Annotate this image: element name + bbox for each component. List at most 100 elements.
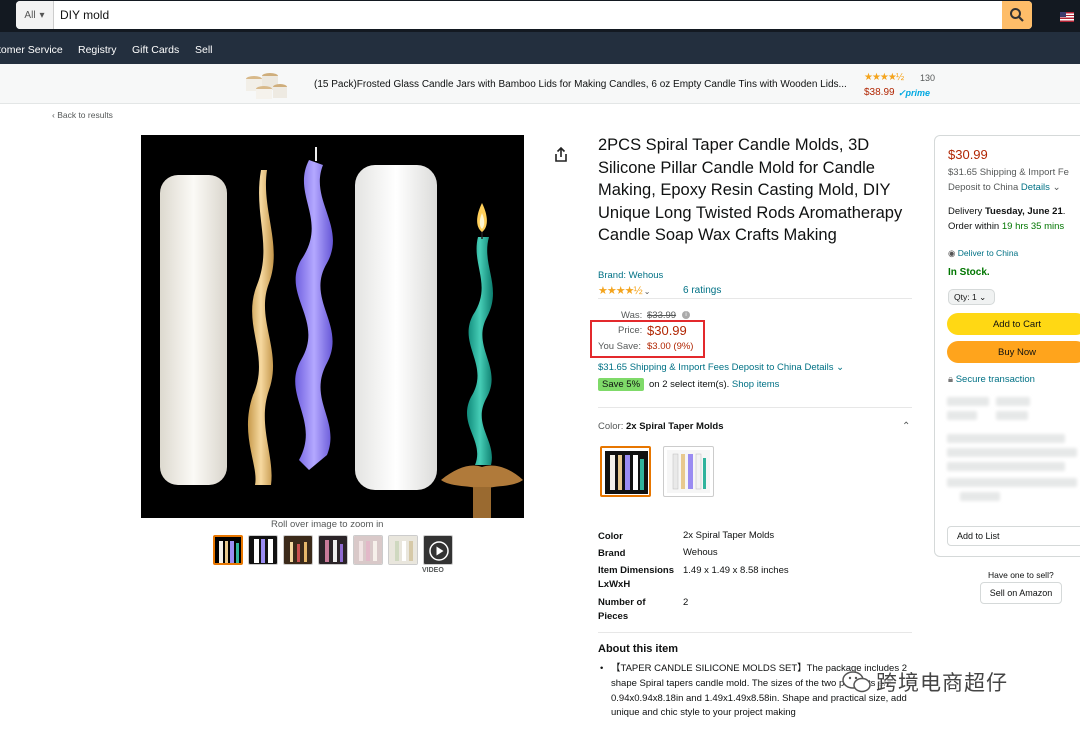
you-save-value: $3.00 (9%) xyxy=(647,341,694,352)
banner-price: $38.99 xyxy=(864,87,895,98)
blurred-content xyxy=(996,397,1030,406)
buybox-price: $30.99 xyxy=(948,147,988,162)
color-swatch-spiral-taper[interactable] xyxy=(600,446,651,497)
product-title: 2PCS Spiral Taper Candle Molds, 3D Silic… xyxy=(598,136,903,245)
color-selector-label: Color: 2x Spiral Taper Molds xyxy=(598,421,723,432)
ratings-count-link[interactable]: 6 ratings xyxy=(683,285,721,296)
buybox-shipping: $31.65 Shipping & Import Fe Deposit to C… xyxy=(948,166,1080,195)
spec-value: 2x Spiral Taper Molds xyxy=(683,530,775,541)
nav-sell[interactable]: Sell xyxy=(195,44,213,56)
chevron-down-icon: ▾ xyxy=(39,9,45,21)
main-product-image[interactable] xyxy=(141,135,524,518)
spec-key: Color xyxy=(598,531,623,542)
shipping-destination: Deposit to China xyxy=(948,181,1019,193)
secure-transaction-link[interactable]: 🔒︎ Secure transaction xyxy=(948,374,1035,385)
nav-registry[interactable]: Registry xyxy=(78,44,117,56)
blurred-content xyxy=(960,492,1000,501)
back-to-results-link[interactable]: ‹ Back to results xyxy=(52,110,113,120)
price-label: Price: xyxy=(618,325,643,336)
info-icon[interactable]: i xyxy=(682,311,690,319)
thumbnail-2[interactable] xyxy=(248,535,278,565)
product-star-rating[interactable]: ★★★★½ ⌄ xyxy=(598,284,650,297)
about-section-title: About this item xyxy=(598,643,679,655)
video-label: VIDEO xyxy=(422,567,444,574)
nav-gift-cards[interactable]: Gift Cards xyxy=(132,44,179,56)
delivery-info: Delivery Tuesday, June 21. Order within … xyxy=(948,204,1065,234)
search-bar: All ▾ xyxy=(16,1,1032,29)
thumbnail-6[interactable] xyxy=(388,535,418,565)
add-to-list-button[interactable]: Add to List xyxy=(947,526,1080,546)
sponsored-banner[interactable]: (15 Pack)Frosted Glass Candle Jars with … xyxy=(0,64,1080,104)
candle-jars-thumbnail[interactable] xyxy=(242,67,288,101)
color-value: 2x Spiral Taper Molds xyxy=(625,421,724,432)
buy-now-button[interactable]: Buy Now xyxy=(947,341,1080,363)
delivery-line: Delivery Tuesday, June 21. xyxy=(948,206,1066,217)
sell-on-amazon-button[interactable]: Sell on Amazon xyxy=(980,582,1062,604)
divider xyxy=(598,632,912,633)
coupon-badge: Save 5% xyxy=(598,378,645,391)
deliver-to-link[interactable]: ◉ Deliver to China xyxy=(948,248,1018,259)
share-icon[interactable] xyxy=(552,146,570,164)
search-button[interactable] xyxy=(1002,1,1032,29)
shipping-line: Deposit to China Details ⌄ xyxy=(948,181,1080,196)
deliver-to-text: Deliver to China xyxy=(957,248,1019,258)
thumbnail-4[interactable] xyxy=(318,535,348,565)
blurred-content xyxy=(947,434,1065,443)
order-line: Order within 19 hrs 35 mins xyxy=(948,219,1065,234)
chevron-up-icon[interactable]: ⌃ xyxy=(902,421,910,432)
video-thumbnail[interactable] xyxy=(423,535,453,565)
order-countdown: 19 hrs 35 mins xyxy=(1001,221,1065,232)
coupon-description: on 2 select item(s). xyxy=(649,379,730,390)
blurred-content xyxy=(996,411,1028,420)
stock-status: In Stock. xyxy=(948,267,990,278)
spec-value: Wehous xyxy=(683,547,718,558)
blurred-content xyxy=(947,448,1077,457)
watermark-text: 跨境电商超仔 xyxy=(876,672,1008,695)
us-flag-icon[interactable] xyxy=(1060,12,1074,22)
divider xyxy=(598,298,912,299)
thumbnail-5[interactable] xyxy=(353,535,383,565)
search-category-label: All xyxy=(24,9,36,21)
delivery-prefix: Delivery xyxy=(948,206,983,217)
you-save-label: You Save: xyxy=(598,341,641,352)
thumbnail-1[interactable] xyxy=(213,535,243,565)
lock-icon: 🔒︎ xyxy=(948,374,954,385)
color-label: Color: xyxy=(598,421,624,432)
zoom-hint: Roll over image to zoom in xyxy=(271,519,384,530)
star-rating-icons: ★★★★½ xyxy=(598,285,643,297)
quantity-label: Qty: 1 xyxy=(954,292,977,302)
banner-star-rating[interactable]: ★★★★½ xyxy=(864,72,904,83)
prime-badge-icon: ✓prime xyxy=(898,88,931,98)
shop-items-link[interactable]: Shop items xyxy=(732,379,780,390)
secure-transaction-text: Secure transaction xyxy=(955,374,1035,385)
location-pin-icon: ◉ xyxy=(948,248,956,258)
order-prefix: Order within xyxy=(948,221,1000,232)
add-to-cart-button[interactable]: Add to Cart xyxy=(947,313,1080,335)
shipping-line: $31.65 Shipping & Import Fe xyxy=(948,167,1069,178)
shipping-details-link[interactable]: Details xyxy=(1021,182,1050,193)
shipping-details-link[interactable]: $31.65 Shipping & Import Fees Deposit to… xyxy=(598,362,844,373)
spec-key: Item Dimensions LxWxH xyxy=(598,565,675,590)
wechat-logo-icon xyxy=(842,671,871,693)
spec-key: Brand xyxy=(598,548,626,559)
coupon-text: on 2 select item(s). Shop items xyxy=(649,379,779,390)
blurred-content xyxy=(947,397,989,406)
banner-rating-count[interactable]: 130 xyxy=(920,73,935,83)
blurred-content xyxy=(947,478,1077,487)
spiral-candles-image xyxy=(160,147,523,518)
thumbnail-3[interactable] xyxy=(283,535,313,565)
banner-product-title[interactable]: (15 Pack)Frosted Glass Candle Jars with … xyxy=(314,79,847,90)
search-category-dropdown[interactable]: All ▾ xyxy=(16,1,54,29)
sell-question: Have one to sell? xyxy=(988,570,1054,580)
nav-customer-service[interactable]: tomer Service xyxy=(0,44,63,56)
quantity-dropdown[interactable]: Qty: 1 ⌄ xyxy=(948,289,995,305)
brand-link[interactable]: Brand: Wehous xyxy=(598,270,663,281)
delivery-date: Tuesday, June 21 xyxy=(984,206,1063,217)
search-input[interactable] xyxy=(54,1,1002,29)
secondary-nav: tomer Service Registry Gift Cards Sell xyxy=(0,32,1080,64)
spec-key: Number of Pieces xyxy=(598,597,646,622)
blurred-content xyxy=(947,411,977,420)
color-swatch-alternate[interactable] xyxy=(663,446,714,497)
blurred-content xyxy=(947,462,1065,471)
divider xyxy=(598,407,912,408)
